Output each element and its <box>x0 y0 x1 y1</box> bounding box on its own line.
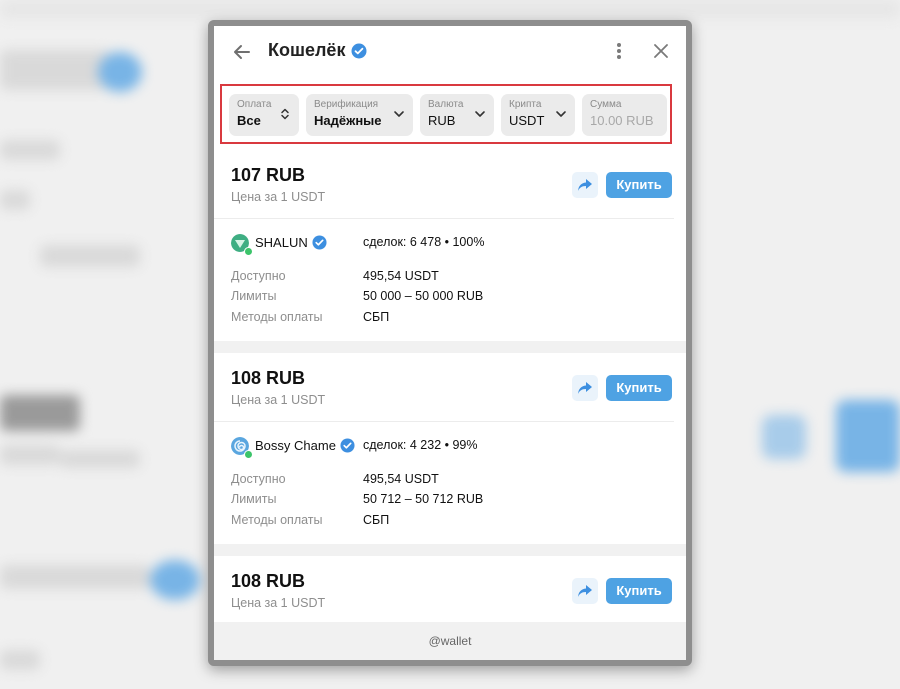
limits-value: 50 712 – 50 712 RUB <box>363 492 484 506</box>
merchant-deals: сделок: 6 478 • 100% <box>363 235 485 249</box>
offer-price-caption: Цена за 1 USDT <box>231 393 326 407</box>
filter-verification[interactable]: Верификация Надёжные <box>306 94 413 136</box>
share-arrow-icon <box>578 382 592 394</box>
buy-button[interactable]: Купить <box>606 375 672 401</box>
offer-card: 108 RUB Цена за 1 USDT Купить Bossy Cham… <box>214 353 686 544</box>
filter-crypto[interactable]: Крипта USDT <box>501 94 575 136</box>
limits-label: Лимиты <box>231 492 277 506</box>
merchant-name[interactable]: SHALUN <box>255 235 327 250</box>
verified-badge-icon <box>351 43 367 58</box>
chevron-down-icon <box>556 111 566 117</box>
buy-button[interactable]: Купить <box>606 578 672 604</box>
share-arrow-icon <box>578 585 592 597</box>
footer-bot-name: @wallet <box>214 622 686 660</box>
verified-badge-icon <box>340 438 355 453</box>
offer-price: 108 RUB <box>231 571 306 591</box>
updown-chevron-icon <box>281 108 289 120</box>
available-label: Доступно <box>231 269 286 283</box>
online-indicator <box>244 247 253 256</box>
filter-amount[interactable]: Сумма 10.00 RUB <box>582 94 667 136</box>
share-button[interactable] <box>572 578 598 604</box>
payment-methods-value: СБП <box>363 310 390 324</box>
share-button[interactable] <box>572 172 598 198</box>
filter-label: Сумма <box>590 99 622 110</box>
offer-card: 107 RUB Цена за 1 USDT Купить SHALUN сде… <box>214 150 686 341</box>
filter-label: Верификация <box>314 99 379 110</box>
offer-price: 108 RUB <box>231 368 306 388</box>
share-button[interactable] <box>572 375 598 401</box>
more-vertical-icon[interactable] <box>616 42 622 60</box>
buy-button[interactable]: Купить <box>606 172 672 198</box>
offers-list: 107 RUB Цена за 1 USDT Купить SHALUN сде… <box>214 150 686 634</box>
limits-label: Лимиты <box>231 289 277 303</box>
header: Кошелёк <box>214 26 686 80</box>
chevron-down-icon <box>475 111 485 117</box>
offer-card: 108 RUB Цена за 1 USDT Купить <box>214 556 686 625</box>
offer-price-caption: Цена за 1 USDT <box>231 596 326 610</box>
filter-currency[interactable]: Валюта RUB <box>420 94 494 136</box>
payment-methods-label: Методы оплаты <box>231 310 323 324</box>
page-title-text: Кошелёк <box>268 40 346 60</box>
page-title: Кошелёк <box>268 40 367 61</box>
payment-methods-label: Методы оплаты <box>231 513 323 527</box>
offer-price: 107 RUB <box>231 165 306 185</box>
merchant-deals: сделок: 4 232 • 99% <box>363 438 478 452</box>
filter-value: Надёжные <box>314 113 382 128</box>
wallet-window: Кошелёк Оплата Все Верификация Надёжные <box>208 20 692 666</box>
payment-methods-value: СБП <box>363 513 390 527</box>
limits-value: 50 000 – 50 000 RUB <box>363 289 484 303</box>
offer-price-caption: Цена за 1 USDT <box>231 190 326 204</box>
available-value: 495,54 USDT <box>363 472 439 486</box>
available-label: Доступно <box>231 472 286 486</box>
close-icon[interactable] <box>654 44 668 58</box>
back-arrow-icon[interactable] <box>232 42 252 62</box>
merchant-name-text: SHALUN <box>255 235 308 250</box>
online-indicator <box>244 450 253 459</box>
chevron-down-icon <box>394 111 404 117</box>
filter-payment[interactable]: Оплата Все <box>229 94 299 136</box>
available-value: 495,54 USDT <box>363 269 439 283</box>
merchant-name[interactable]: Bossy Chame <box>255 438 355 453</box>
verified-badge-icon <box>312 235 327 250</box>
share-arrow-icon <box>578 179 592 191</box>
amount-input[interactable]: 10.00 RUB <box>590 113 659 128</box>
filters-bar: Оплата Все Верификация Надёжные Валюта R… <box>220 84 672 144</box>
merchant-name-text: Bossy Chame <box>255 438 336 453</box>
